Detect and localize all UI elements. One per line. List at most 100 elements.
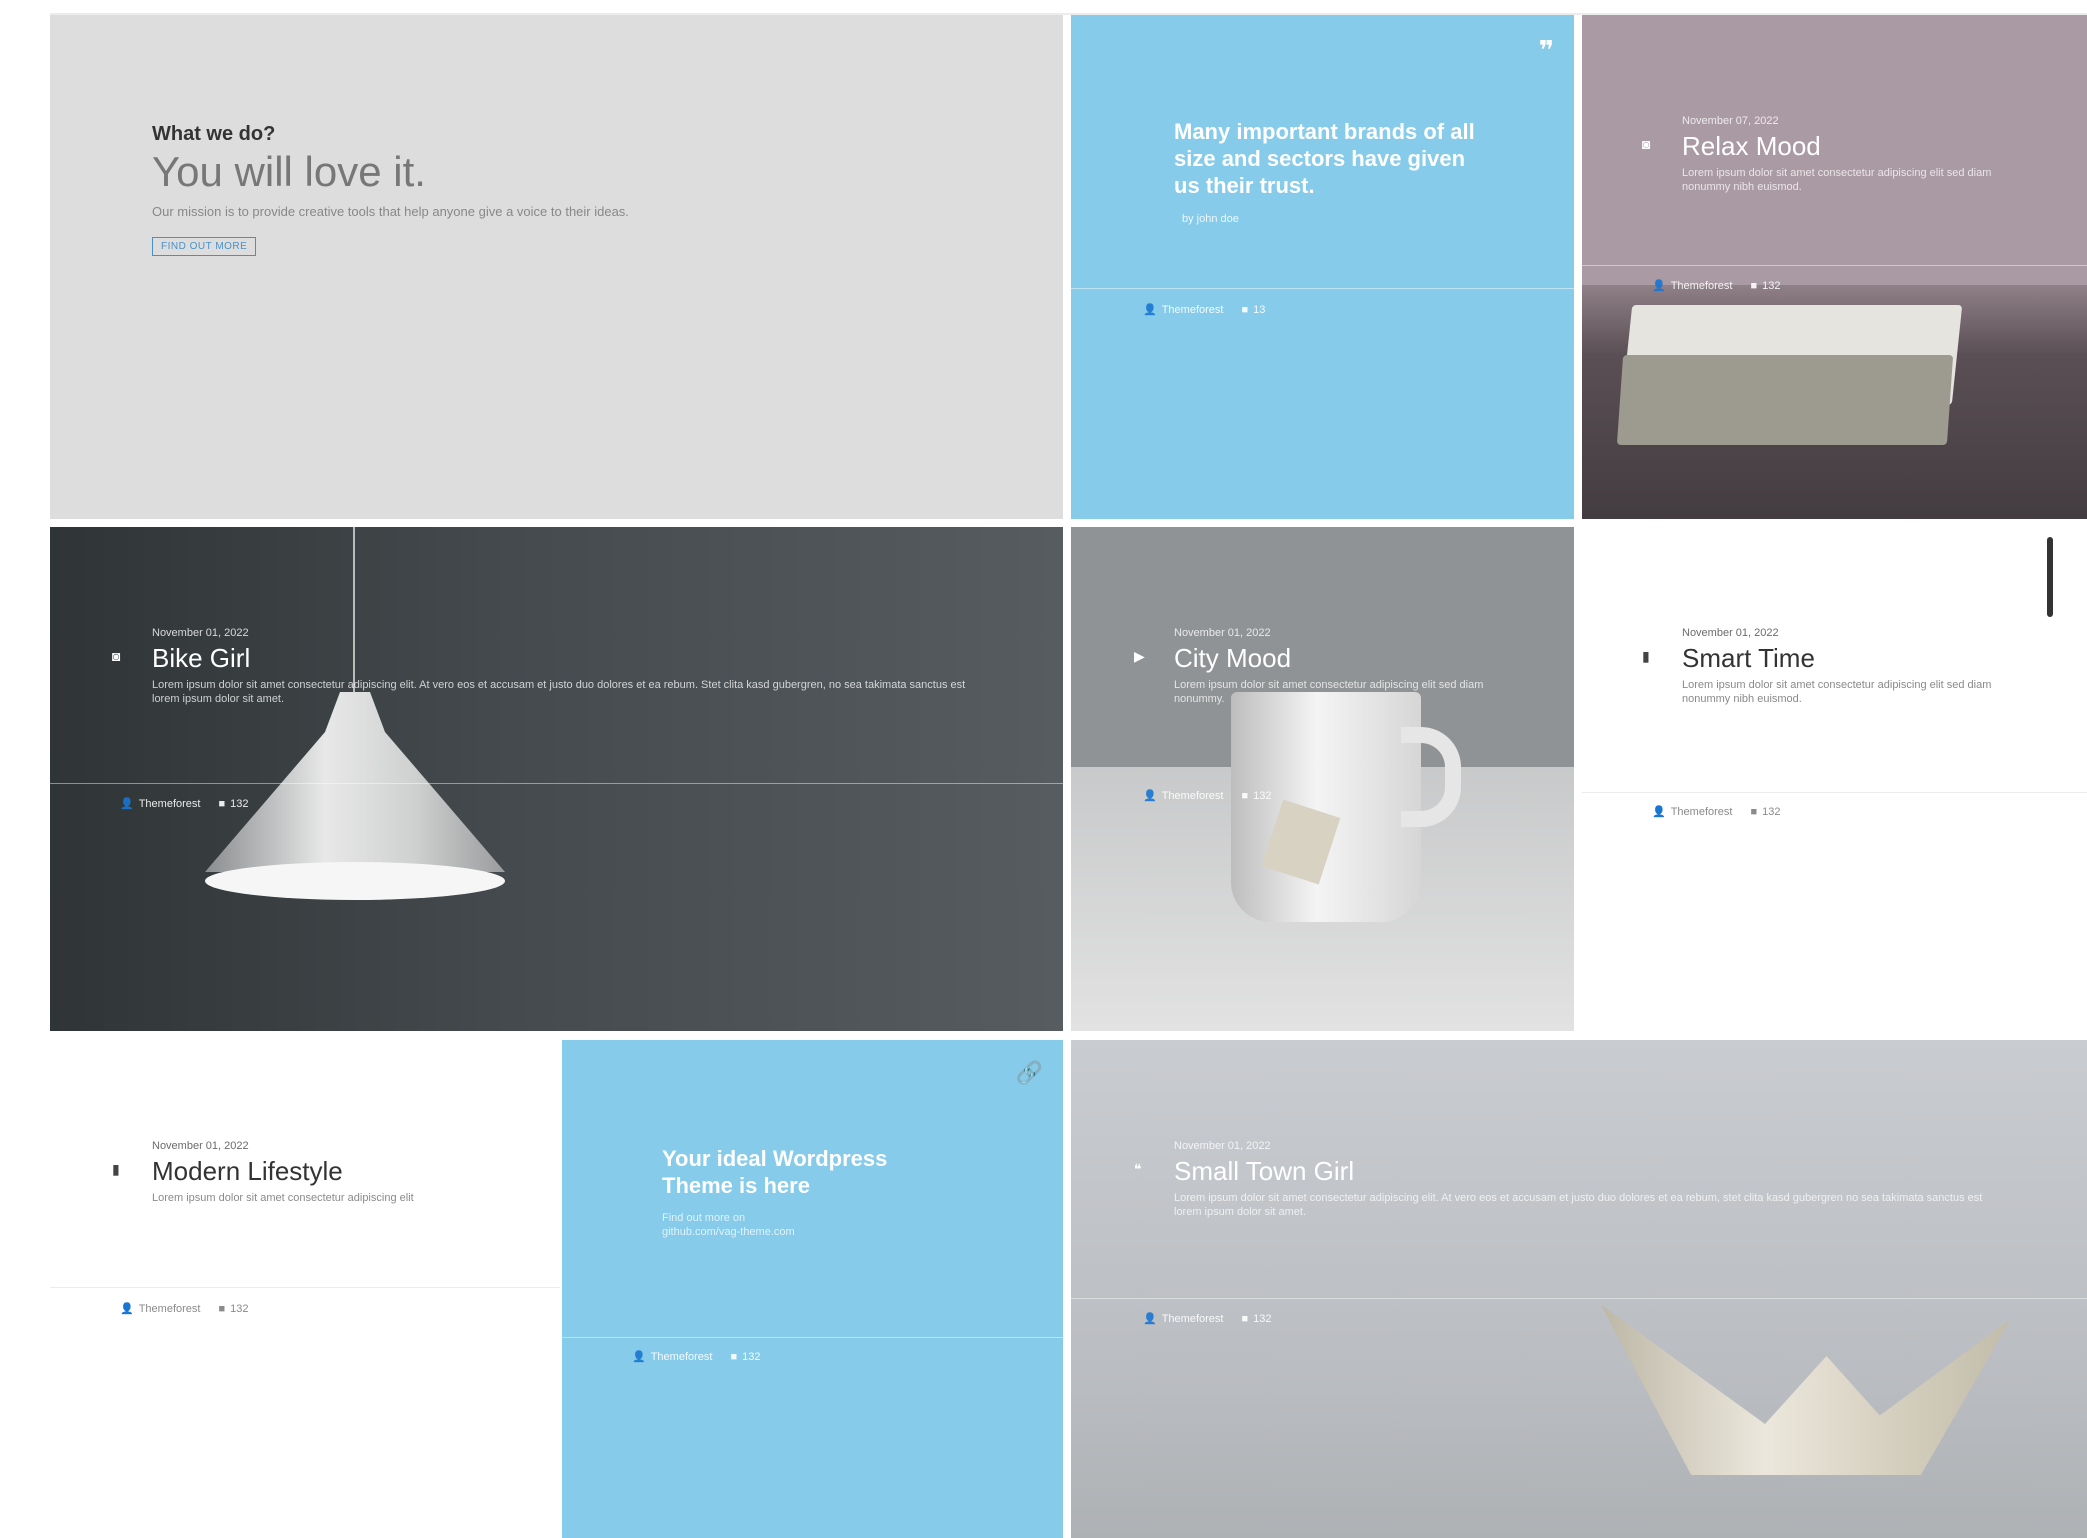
- smart-content: ▮ November 01, 2022 Smart Time Lorem ips…: [1642, 627, 2007, 706]
- author-link[interactable]: 👤 Themeforest: [1652, 279, 1732, 293]
- city-mood-tile[interactable]: ▶ November 01, 2022 City Mood Lorem ipsu…: [1071, 527, 1574, 1031]
- comments-link[interactable]: ■ 132: [218, 798, 248, 810]
- comments-link[interactable]: ■ 13: [1241, 304, 1265, 316]
- author-link[interactable]: 👤 Themeforest: [1652, 805, 1732, 819]
- post-title: Relax Mood: [1682, 131, 1821, 161]
- quote-text: Many important brands of all size and se…: [1174, 119, 1475, 198]
- post-date: November 01, 2022: [152, 1140, 249, 1152]
- post-title: Your ideal Wordpress Theme is here: [662, 1146, 888, 1198]
- modern-content: ▮ November 01, 2022 Modern Lifestyle Lor…: [112, 1140, 520, 1205]
- ideal-wordpress-tile[interactable]: 🔗 Your ideal Wordpress Theme is here Fin…: [562, 1040, 1063, 1538]
- hero-title: You will love it.: [152, 148, 426, 195]
- bike-meta: 👤 Themeforest ■ 132: [120, 797, 248, 811]
- post-title: City Mood: [1174, 643, 1292, 673]
- user-icon: 👤: [1652, 806, 1666, 818]
- link-icon: 🔗: [1015, 1060, 1043, 1085]
- hero-content: What we do? You will love it. Our missio…: [152, 123, 1003, 256]
- find-out-more-button[interactable]: FIND OUT MORE: [152, 237, 257, 256]
- user-icon: 👤: [1143, 790, 1157, 802]
- comments-link[interactable]: ■ 132: [1750, 806, 1780, 818]
- town-separator: [1071, 1298, 2087, 1299]
- ideal-meta: 👤 Themeforest ■ 132: [632, 1350, 760, 1364]
- modern-meta: 👤 Themeforest ■ 132: [120, 1302, 248, 1316]
- file-icon: ▮: [1642, 648, 1650, 664]
- lamp-glow: [205, 862, 505, 900]
- relax-content: ◙ November 07, 2022 Relax Mood Lorem ips…: [1642, 115, 2007, 194]
- post-date: November 07, 2022: [1682, 115, 1779, 127]
- comment-icon: ■: [1750, 805, 1758, 818]
- quote-author: by john doe: [1182, 213, 1239, 225]
- author-link[interactable]: 👤 Themeforest: [1143, 789, 1223, 803]
- smart-meta: 👤 Themeforest ■ 132: [1652, 805, 1780, 819]
- comment-icon: ■: [1241, 789, 1249, 802]
- modern-lifestyle-tile[interactable]: ▮ November 01, 2022 Modern Lifestyle Lor…: [50, 1040, 560, 1538]
- post-excerpt: Lorem ipsum dolor sit amet consectetur a…: [1682, 167, 1992, 193]
- relax-mood-tile[interactable]: ◙ November 07, 2022 Relax Mood Lorem ips…: [1582, 15, 2087, 519]
- comment-icon: ■: [1241, 1312, 1249, 1325]
- user-icon: 👤: [1143, 304, 1157, 316]
- comments-link[interactable]: ■ 132: [1241, 790, 1271, 802]
- post-date: November 01, 2022: [1174, 627, 1271, 639]
- boat-image: [1601, 1305, 2011, 1475]
- bike-separator: [50, 783, 1063, 784]
- town-content: ❝ November 01, 2022 Small Town Girl Lore…: [1134, 1140, 2007, 1219]
- post-excerpt: Lorem ipsum dolor sit amet consectetur a…: [152, 1192, 414, 1204]
- scrollbar-thumb[interactable]: [2047, 537, 2053, 617]
- city-content: ▶ November 01, 2022 City Mood Lorem ipsu…: [1134, 627, 1514, 706]
- post-title: Modern Lifestyle: [152, 1156, 343, 1186]
- quote-meta: 👤 Themeforest ■ 13: [1143, 303, 1265, 317]
- hero-description: Our mission is to provide creative tools…: [152, 204, 629, 219]
- small-town-girl-tile[interactable]: ❝ November 01, 2022 Small Town Girl Lore…: [1071, 1040, 2087, 1538]
- hero-tile: What we do? You will love it. Our missio…: [50, 15, 1063, 519]
- user-icon: 👤: [632, 1351, 646, 1363]
- portfolio-grid: What we do? You will love it. Our missio…: [0, 0, 2087, 1538]
- user-icon: 👤: [1652, 280, 1666, 292]
- author-link[interactable]: 👤 Themeforest: [632, 1350, 712, 1364]
- post-title: Bike Girl: [152, 643, 251, 673]
- post-excerpt: Lorem ipsum dolor sit amet consectetur a…: [1174, 1192, 1983, 1218]
- city-meta: 👤 Themeforest ■ 132: [1143, 789, 1271, 803]
- mug-image: [1231, 692, 1421, 922]
- comment-icon: ■: [1750, 279, 1758, 292]
- file-icon: ▮: [112, 1161, 120, 1177]
- camera-icon: ◙: [112, 648, 121, 664]
- relax-meta: 👤 Themeforest ■ 132: [1652, 279, 1780, 293]
- author-link[interactable]: 👤 Themeforest: [1143, 303, 1223, 317]
- smart-time-tile[interactable]: ▮ November 01, 2022 Smart Time Lorem ips…: [1582, 527, 2087, 1031]
- user-icon: 👤: [1143, 1313, 1157, 1325]
- quote-icon: ❝: [1134, 1161, 1142, 1177]
- cassette-image: [1616, 355, 1954, 445]
- post-excerpt: Lorem ipsum dolor sit amet consectetur a…: [1682, 679, 1992, 705]
- modern-separator: [50, 1287, 560, 1288]
- post-date: November 01, 2022: [1174, 1140, 1271, 1152]
- comments-link[interactable]: ■ 132: [730, 1351, 760, 1363]
- quote-tile[interactable]: ❞ Many important brands of all size and …: [1071, 15, 1574, 519]
- mug-handle: [1401, 727, 1461, 827]
- user-icon: 👤: [120, 798, 134, 810]
- ideal-content: Your ideal Wordpress Theme is here Find …: [662, 1145, 943, 1239]
- post-date: November 01, 2022: [1682, 627, 1779, 639]
- bike-content: ◙ November 01, 2022 Bike Girl Lorem ipsu…: [112, 627, 983, 706]
- author-link[interactable]: 👤 Themeforest: [120, 1302, 200, 1316]
- camera-icon: ◙: [1642, 136, 1651, 152]
- comments-link[interactable]: ■ 132: [218, 1303, 248, 1315]
- smart-separator: [1582, 792, 2087, 793]
- post-excerpt: Find out more on github.com/vag-theme.co…: [662, 1212, 795, 1238]
- quote-content: Many important brands of all size and se…: [1174, 118, 1494, 225]
- author-link[interactable]: 👤 Themeforest: [120, 797, 200, 811]
- comments-link[interactable]: ■ 132: [1241, 1313, 1271, 1325]
- post-date: November 01, 2022: [152, 627, 249, 639]
- author-link[interactable]: 👤 Themeforest: [1143, 1312, 1223, 1326]
- bike-girl-tile[interactable]: ◙ November 01, 2022 Bike Girl Lorem ipsu…: [50, 527, 1063, 1031]
- post-title: Small Town Girl: [1174, 1156, 1355, 1186]
- user-icon: 👤: [120, 1303, 134, 1315]
- comment-icon: ■: [730, 1350, 738, 1363]
- post-excerpt: Lorem ipsum dolor sit amet consectetur a…: [1174, 679, 1484, 705]
- ideal-separator: [562, 1337, 1063, 1338]
- comments-link[interactable]: ■ 132: [1750, 280, 1780, 292]
- comment-icon: ■: [1241, 303, 1249, 316]
- quote-icon: ❞: [1538, 35, 1554, 65]
- video-icon: ▶: [1134, 648, 1145, 664]
- town-meta: 👤 Themeforest ■ 132: [1143, 1312, 1271, 1326]
- post-excerpt: Lorem ipsum dolor sit amet consectetur a…: [152, 679, 966, 705]
